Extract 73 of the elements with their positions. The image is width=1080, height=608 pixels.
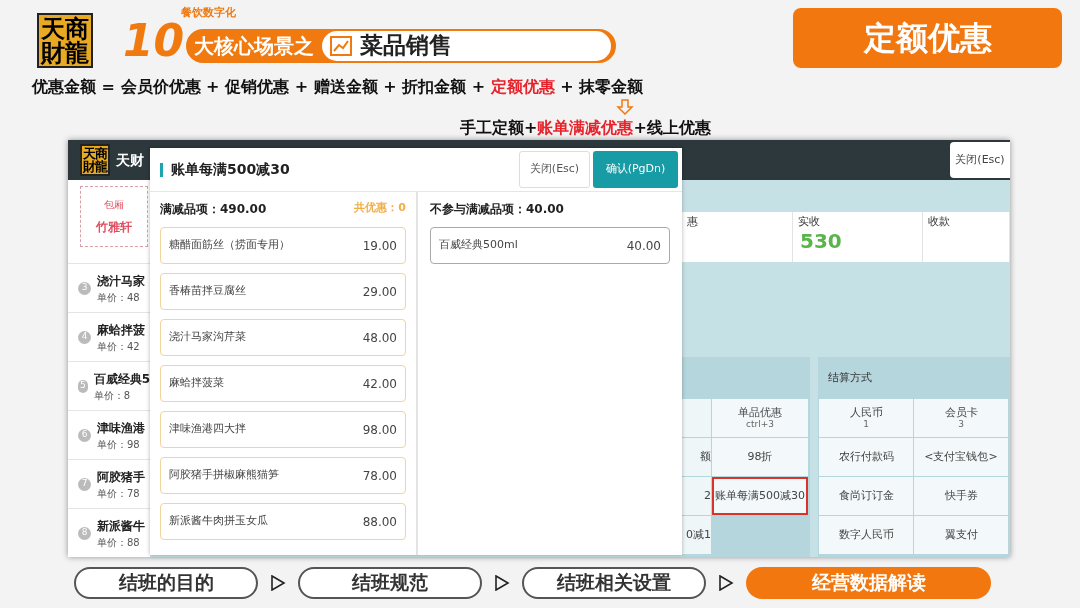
- included-item[interactable]: 糖醋面筋丝（捞面专用） 19.00: [160, 227, 406, 264]
- down-arrow-icon: [616, 99, 634, 115]
- index-badge: 8: [78, 526, 91, 540]
- brand-name: 天财: [116, 150, 144, 170]
- topic-title: 菜品销售: [360, 31, 453, 61]
- included-item[interactable]: 新派酱牛肉拼玉女瓜 88.00: [160, 503, 406, 540]
- discount-option[interactable]: 98折: [712, 438, 808, 476]
- series-number: 10: [123, 18, 185, 63]
- payment-option[interactable]: <支付宝钱包>: [914, 438, 1008, 476]
- dialog-title: 账单每满500减30: [171, 160, 290, 179]
- logo-icon: 天商 財龍: [37, 13, 93, 68]
- dish-price: 单价：42: [97, 339, 141, 354]
- dish-name[interactable]: 阿胶猪手: [97, 467, 145, 486]
- index-badge: 7: [78, 477, 91, 491]
- series-tag: 餐饮数字化: [181, 4, 236, 21]
- dish-price: 单价：8: [93, 388, 131, 403]
- dish-name[interactable]: 浇汁马家: [97, 271, 145, 290]
- discount-option[interactable]: 账单每满500减30: [712, 477, 808, 515]
- dish-price: 单价：98: [97, 437, 141, 452]
- included-total: 满减品项：490.00: [160, 201, 267, 218]
- logo-icon: 天商 財龍: [80, 144, 110, 176]
- discount-cell: [682, 399, 711, 437]
- payment-option[interactable]: 人民币 1: [819, 399, 913, 437]
- discount-cell: 额: [682, 438, 711, 476]
- discount-total: 共优惠：0: [354, 200, 406, 216]
- included-item[interactable]: 津味渔港四大拌 98.00: [160, 411, 406, 448]
- room-card[interactable]: 包厢 竹雅轩: [80, 186, 148, 247]
- index-badge: 5: [78, 379, 88, 393]
- discount-cell: 0减1: [682, 516, 711, 554]
- summary-label: 实收: [798, 214, 821, 230]
- dish-name[interactable]: 百威经典5: [93, 369, 150, 388]
- series-title: 大核心场景之: [194, 32, 315, 60]
- breakdown-text: 手工定额+账单满减优惠+线上优惠: [460, 117, 711, 139]
- payment-option[interactable]: 农行付款码: [819, 438, 913, 476]
- dish-price: 单价：78: [97, 486, 141, 501]
- summary-label: 收款: [928, 214, 951, 230]
- dish-name[interactable]: 津味渔港: [97, 418, 145, 437]
- dish-price: 单价：88: [97, 535, 141, 550]
- dish-name[interactable]: 新派酱牛: [97, 516, 145, 535]
- step-pill[interactable]: 结班相关设置: [522, 566, 706, 599]
- close-button[interactable]: 关闭(Esc): [519, 151, 590, 188]
- index-badge: 3: [78, 281, 91, 295]
- step-pill[interactable]: 结班规范: [298, 566, 482, 599]
- included-item[interactable]: 香椿苗拌豆腐丝 29.00: [160, 273, 406, 310]
- discount-cell: 2: [682, 477, 711, 515]
- discount-option[interactable]: 单品优惠 ctrl+3: [712, 399, 808, 437]
- play-icon: [270, 574, 286, 591]
- payment-option[interactable]: 翼支付: [914, 516, 1008, 554]
- formula-text: 优惠金额 = 会员价优惠 + 促销优惠 + 赠送金额 + 折扣金额 + 定额优惠 + 抹零金额: [32, 76, 644, 98]
- included-item[interactable]: 麻蛤拌菠菜 42.00: [160, 365, 406, 402]
- topic-badge: 定额优惠: [793, 7, 1062, 68]
- close-button[interactable]: 关闭(Esc): [950, 142, 1010, 178]
- panel-title: 结算方式: [827, 369, 873, 386]
- room-name: 竹雅轩: [96, 219, 132, 236]
- included-item[interactable]: 浇汁马家沟芹菜 48.00: [160, 319, 406, 356]
- payment-option[interactable]: 数字人民币: [819, 516, 913, 554]
- excluded-item[interactable]: 百威经典500ml 40.00: [430, 227, 670, 264]
- payment-option[interactable]: 会员卡 3: [914, 399, 1008, 437]
- index-badge: 6: [78, 428, 91, 442]
- chart-icon: [330, 35, 353, 56]
- payment-option[interactable]: 食尚订订金: [819, 477, 913, 515]
- room-type: 包厢: [104, 198, 124, 212]
- dish-name[interactable]: 麻蛤拌菠: [97, 320, 145, 339]
- dish-price: 单价：48: [97, 290, 141, 305]
- summary-label: 惠: [687, 214, 699, 230]
- play-icon: [494, 574, 510, 591]
- index-badge: 4: [78, 330, 91, 344]
- excluded-total: 不参与满减品项：40.00: [430, 201, 565, 218]
- play-icon: [718, 574, 734, 591]
- payment-option[interactable]: 快手券: [914, 477, 1008, 515]
- included-item[interactable]: 阿胶猪手拼椒麻熊猫笋 78.00: [160, 457, 406, 494]
- summary-value: 530: [800, 230, 843, 251]
- step-pill[interactable]: 结班的目的: [74, 566, 258, 599]
